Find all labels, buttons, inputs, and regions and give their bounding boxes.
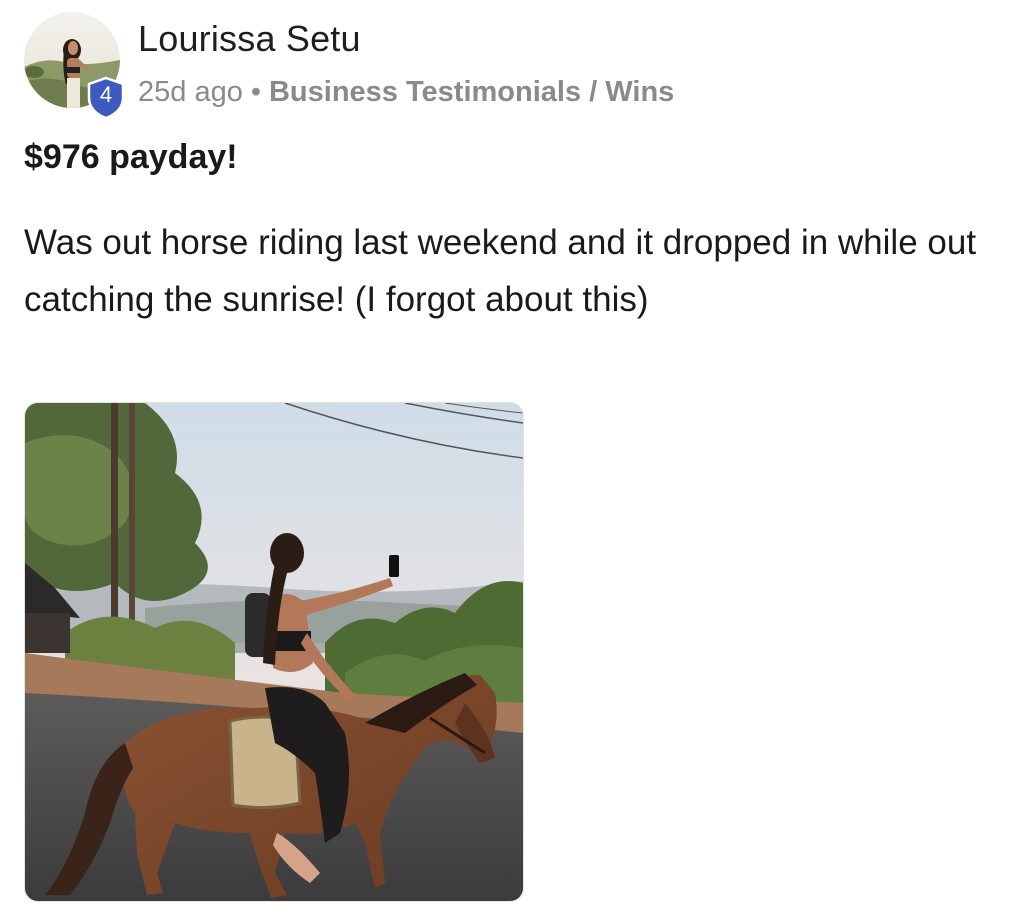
post-time[interactable]: 25d ago <box>138 76 243 108</box>
horse-riding-photo <box>25 403 523 901</box>
post-card: 4 Lourissa Setu 25d ago • Business Testimo… <box>0 0 1024 917</box>
level-number: 4 <box>99 82 113 107</box>
level-badge: 4 <box>86 76 126 120</box>
meta-separator: • <box>250 76 261 108</box>
post-meta: 25d ago • Business Testimonials / Wins <box>138 76 674 109</box>
author-name[interactable]: Lourissa Setu <box>138 18 361 60</box>
post-attachment-image[interactable] <box>24 402 524 902</box>
post-header: 4 Lourissa Setu 25d ago • Business Testimo… <box>24 12 1004 122</box>
avatar-container[interactable]: 4 <box>24 12 125 120</box>
post-body: Was out horse riding last weekend and it… <box>24 223 977 319</box>
post-title: $976 payday! <box>24 138 238 176</box>
post-category[interactable]: Business Testimonials / Wins <box>269 76 674 108</box>
